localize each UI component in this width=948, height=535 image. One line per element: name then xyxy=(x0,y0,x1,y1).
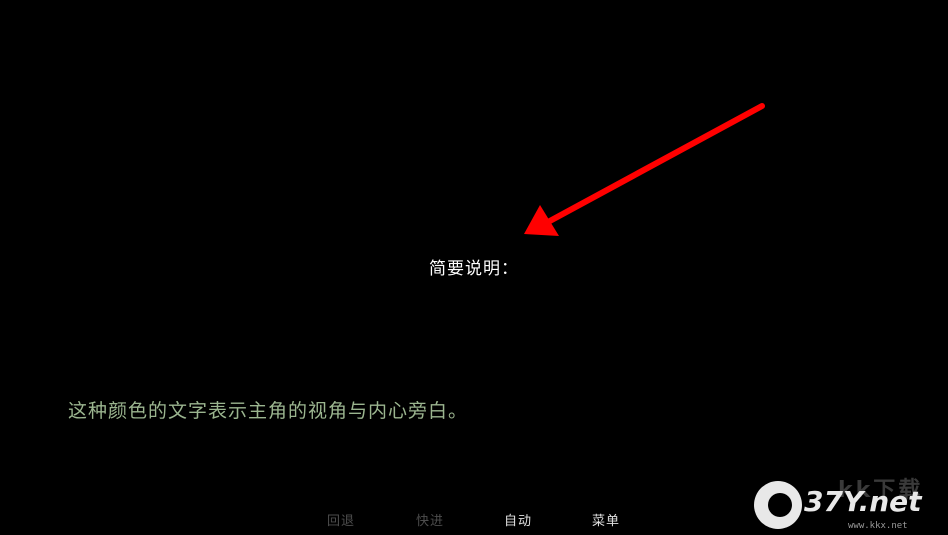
watermark-logo-icon xyxy=(754,481,802,529)
menu-button[interactable]: 菜单 xyxy=(592,511,620,533)
game-screen[interactable]: 简要说明： 这种颜色的文字表示主角的视角与内心旁白。 回退 快进 自动 菜单 k… xyxy=(0,0,948,535)
center-heading: 简要说明： xyxy=(429,259,519,279)
auto-button[interactable]: 自动 xyxy=(504,511,532,533)
arrow-head xyxy=(524,205,559,236)
watermark-url-text: www.kkx.net xyxy=(848,521,908,531)
arrow-shaft xyxy=(545,103,765,225)
site-watermark: kk下载 37Y.net www.kkx.net xyxy=(748,475,944,533)
narration-text: 这种颜色的文字表示主角的视角与内心旁白。 xyxy=(68,400,469,422)
skip-button[interactable]: 快进 xyxy=(416,511,444,533)
watermark-logo-inner xyxy=(768,493,792,517)
rollback-button[interactable]: 回退 xyxy=(327,511,355,533)
watermark-main-text: 37Y.net xyxy=(804,485,922,518)
